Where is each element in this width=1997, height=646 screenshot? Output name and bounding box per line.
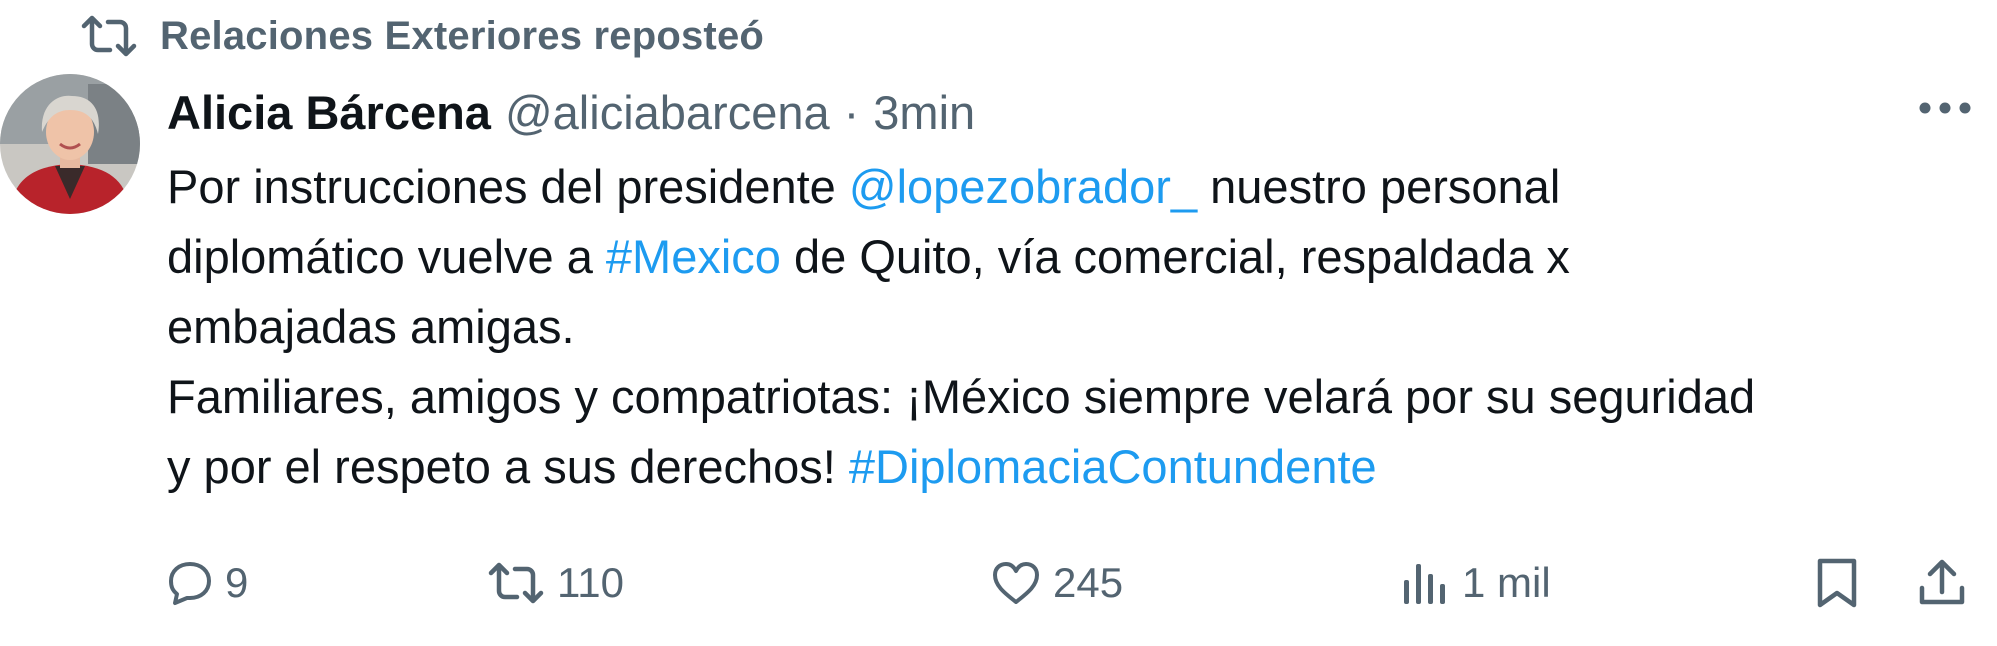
- share-icon: [1917, 558, 1967, 608]
- tweet-actions: 9 110 245 1 mil: [167, 548, 1982, 618]
- bookmark-button[interactable]: [1815, 548, 1859, 618]
- mention-link[interactable]: @lopezobrador_: [849, 160, 1197, 213]
- retweet-button[interactable]: 110: [487, 548, 624, 618]
- tweet-header: Alicia Bárcena @aliciabarcena · 3min: [167, 80, 975, 144]
- views-button[interactable]: 1 mil: [1402, 548, 1551, 618]
- repost-indicator[interactable]: Relaciones Exteriores reposteó: [80, 8, 764, 64]
- tweet-line: Familiares, amigos y compatriotas: ¡Méxi…: [167, 370, 1756, 423]
- more-options-icon: [1918, 101, 1972, 120]
- more-options-button[interactable]: [1910, 88, 1980, 132]
- tweet-time[interactable]: 3min: [873, 85, 975, 140]
- hashtag-link[interactable]: #Mexico: [606, 230, 781, 283]
- hashtag-link[interactable]: #DiplomaciaContundente: [849, 440, 1377, 493]
- reply-button[interactable]: 9: [167, 548, 248, 618]
- retweet-icon: [487, 561, 545, 605]
- like-count: 245: [1053, 559, 1124, 606]
- heart-icon: [991, 560, 1041, 606]
- author-name[interactable]: Alicia Bárcena: [167, 85, 491, 140]
- repost-icon: [80, 11, 138, 61]
- reply-icon: [167, 560, 213, 606]
- tweet-line: y por el respeto a sus derechos! #Diplom…: [167, 440, 1377, 493]
- views-count: 1 mil: [1462, 559, 1551, 606]
- author-handle[interactable]: @aliciabarcena: [505, 85, 830, 140]
- reply-count: 9: [225, 559, 249, 606]
- retweet-count: 110: [557, 559, 624, 606]
- avatar[interactable]: [0, 74, 140, 214]
- like-button[interactable]: 245: [991, 548, 1123, 618]
- views-icon: [1402, 560, 1450, 606]
- separator-dot: ·: [843, 85, 860, 139]
- bookmark-icon: [1815, 557, 1859, 609]
- repost-text[interactable]: Relaciones Exteriores reposteó: [160, 14, 764, 59]
- tweet-line: Por instrucciones del presidente @lopezo…: [167, 160, 1561, 213]
- tweet-line: embajadas amigas.: [167, 300, 575, 353]
- tweet-line: diplomático vuelve a #Mexico de Quito, v…: [167, 230, 1570, 283]
- tweet-text: Por instrucciones del presidente @lopezo…: [167, 152, 1982, 502]
- share-button[interactable]: [1917, 548, 1967, 618]
